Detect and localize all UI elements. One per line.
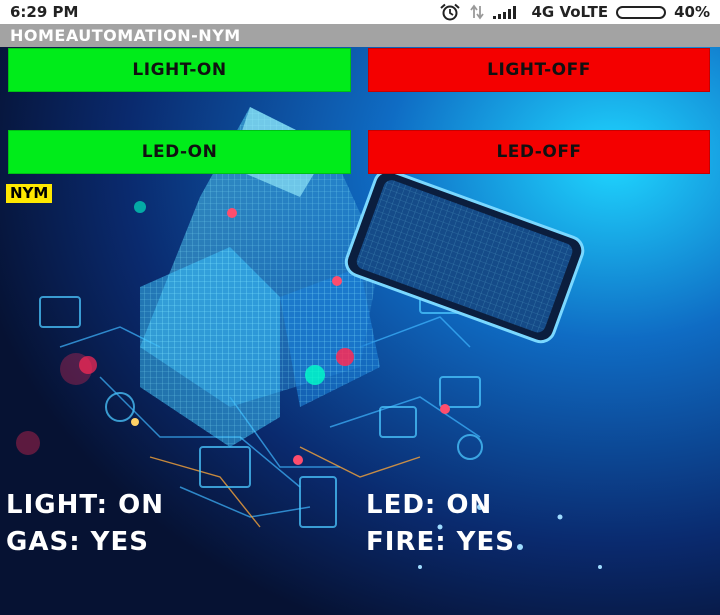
led-on-button[interactable]: LED-ON — [8, 130, 351, 174]
light-on-button[interactable]: LIGHT-ON — [8, 48, 351, 92]
signal-icon — [493, 5, 523, 19]
light-status: LIGHT: ON — [6, 490, 164, 520]
gas-status: GAS: YES — [6, 527, 149, 557]
data-arrows-icon — [469, 4, 485, 20]
network-type: 4G VoLTE — [531, 3, 609, 21]
nym-label: NYM — [6, 184, 53, 203]
led-off-button[interactable]: LED-OFF — [368, 130, 710, 174]
battery-percent: 40% — [674, 3, 710, 21]
status-bar: 6:29 PM 4G VoLTE 40% — [0, 0, 720, 24]
app-title: HOMEAUTOMATION-NYM — [0, 24, 720, 47]
led-status: LED: ON — [366, 490, 493, 520]
light-off-button[interactable]: LIGHT-OFF — [368, 48, 710, 92]
status-icons: 4G VoLTE 40% — [439, 3, 710, 21]
status-time: 6:29 PM — [10, 3, 79, 21]
alarm-icon — [439, 3, 461, 21]
battery-icon — [616, 5, 667, 19]
fire-status: FIRE: YES — [366, 527, 515, 557]
